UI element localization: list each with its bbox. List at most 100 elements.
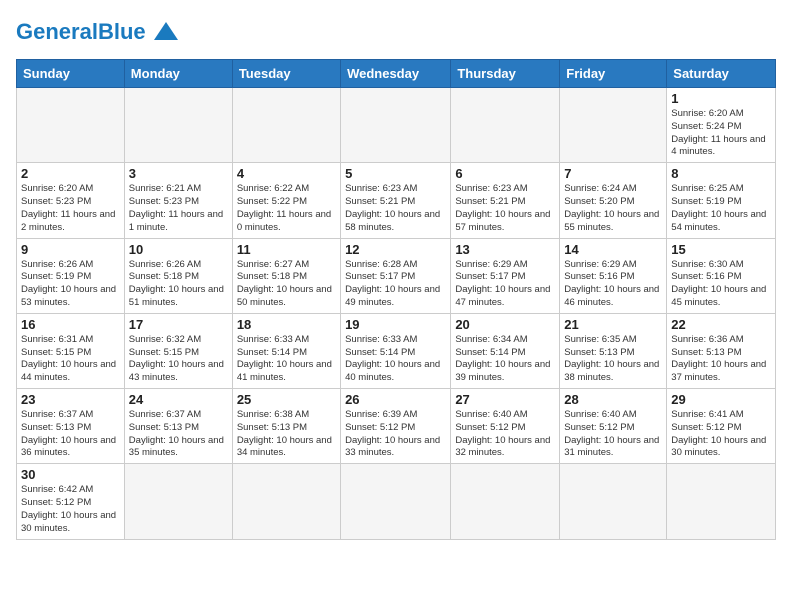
day-info: Sunrise: 6:20 AM Sunset: 5:24 PM Dayligh… (671, 108, 771, 159)
day-info: Sunrise: 6:23 AM Sunset: 5:21 PM Dayligh… (455, 183, 555, 234)
calendar-cell (667, 464, 776, 539)
calendar-week-row: 23Sunrise: 6:37 AM Sunset: 5:13 PM Dayli… (17, 389, 776, 464)
day-number: 11 (237, 242, 336, 257)
day-info: Sunrise: 6:37 AM Sunset: 5:13 PM Dayligh… (129, 409, 228, 460)
day-number: 5 (345, 166, 446, 181)
calendar-cell (124, 464, 232, 539)
calendar-table: SundayMondayTuesdayWednesdayThursdayFrid… (16, 59, 776, 540)
calendar-cell: 26 Sunrise: 6:39 AM Sunset: 5:12 PM Dayli… (341, 389, 451, 464)
calendar-cell: 12 Sunrise: 6:28 AM Sunset: 5:17 PM Dayli… (341, 238, 451, 313)
day-header-thursday: Thursday (451, 60, 560, 88)
calendar-cell: 22 Sunrise: 6:36 AM Sunset: 5:13 PM Dayli… (667, 313, 776, 388)
day-number: 6 (455, 166, 555, 181)
day-info: Sunrise: 6:34 AM Sunset: 5:14 PM Dayligh… (455, 334, 555, 385)
day-header-friday: Friday (560, 60, 667, 88)
day-header-wednesday: Wednesday (341, 60, 451, 88)
day-info: Sunrise: 6:31 AM Sunset: 5:15 PM Dayligh… (21, 334, 120, 385)
calendar-cell (341, 464, 451, 539)
day-info: Sunrise: 6:27 AM Sunset: 5:18 PM Dayligh… (237, 259, 336, 310)
page-header: GeneralBlue (16, 16, 776, 47)
calendar-cell: 15Sunrise: 6:30 AM Sunset: 5:16 PM Dayli… (667, 238, 776, 313)
calendar-cell (232, 464, 340, 539)
day-number: 9 (21, 242, 120, 257)
day-header-monday: Monday (124, 60, 232, 88)
calendar-cell: 27 Sunrise: 6:40 AM Sunset: 5:12 PM Dayli… (451, 389, 560, 464)
day-info: Sunrise: 6:40 AM Sunset: 5:12 PM Dayligh… (455, 409, 555, 460)
calendar-cell: 23Sunrise: 6:37 AM Sunset: 5:13 PM Dayli… (17, 389, 125, 464)
calendar-cell: 10Sunrise: 6:26 AM Sunset: 5:18 PM Dayli… (124, 238, 232, 313)
calendar-cell (17, 88, 125, 163)
day-header-saturday: Saturday (667, 60, 776, 88)
calendar-cell: 4 Sunrise: 6:22 AM Sunset: 5:22 PM Daylig… (232, 163, 340, 238)
day-number: 19 (345, 317, 446, 332)
calendar-cell: 20 Sunrise: 6:34 AM Sunset: 5:14 PM Dayli… (451, 313, 560, 388)
day-info: Sunrise: 6:23 AM Sunset: 5:21 PM Dayligh… (345, 183, 446, 234)
day-number: 25 (237, 392, 336, 407)
day-info: Sunrise: 6:29 AM Sunset: 5:17 PM Dayligh… (455, 259, 555, 310)
calendar-cell (451, 88, 560, 163)
day-info: Sunrise: 6:36 AM Sunset: 5:13 PM Dayligh… (671, 334, 771, 385)
day-info: Sunrise: 6:22 AM Sunset: 5:22 PM Dayligh… (237, 183, 336, 234)
calendar-cell (232, 88, 340, 163)
calendar-week-row: 16 Sunrise: 6:31 AM Sunset: 5:15 PM Dayli… (17, 313, 776, 388)
calendar-cell: 30Sunrise: 6:42 AM Sunset: 5:12 PM Dayli… (17, 464, 125, 539)
day-info: Sunrise: 6:26 AM Sunset: 5:18 PM Dayligh… (129, 259, 228, 310)
day-number: 1 (671, 91, 771, 106)
calendar-cell: 16 Sunrise: 6:31 AM Sunset: 5:15 PM Dayli… (17, 313, 125, 388)
calendar-cell: 24 Sunrise: 6:37 AM Sunset: 5:13 PM Dayli… (124, 389, 232, 464)
day-info: Sunrise: 6:33 AM Sunset: 5:14 PM Dayligh… (237, 334, 336, 385)
calendar-cell: 1 Sunrise: 6:20 AM Sunset: 5:24 PM Daylig… (667, 88, 776, 163)
day-info: Sunrise: 6:41 AM Sunset: 5:12 PM Dayligh… (671, 409, 771, 460)
day-number: 17 (129, 317, 228, 332)
calendar-cell: 6 Sunrise: 6:23 AM Sunset: 5:21 PM Daylig… (451, 163, 560, 238)
day-info: Sunrise: 6:42 AM Sunset: 5:12 PM Dayligh… (21, 484, 120, 535)
day-number: 2 (21, 166, 120, 181)
day-info: Sunrise: 6:32 AM Sunset: 5:15 PM Dayligh… (129, 334, 228, 385)
calendar-cell (560, 464, 667, 539)
calendar-cell (451, 464, 560, 539)
day-number: 26 (345, 392, 446, 407)
day-number: 27 (455, 392, 555, 407)
day-info: Sunrise: 6:29 AM Sunset: 5:16 PM Dayligh… (564, 259, 662, 310)
calendar-cell: 29Sunrise: 6:41 AM Sunset: 5:12 PM Dayli… (667, 389, 776, 464)
calendar-week-row: 9 Sunrise: 6:26 AM Sunset: 5:19 PM Daylig… (17, 238, 776, 313)
day-number: 3 (129, 166, 228, 181)
day-info: Sunrise: 6:21 AM Sunset: 5:23 PM Dayligh… (129, 183, 228, 234)
calendar-cell: 7Sunrise: 6:24 AM Sunset: 5:20 PM Daylig… (560, 163, 667, 238)
day-number: 15 (671, 242, 771, 257)
calendar-cell: 2 Sunrise: 6:20 AM Sunset: 5:23 PM Daylig… (17, 163, 125, 238)
day-number: 8 (671, 166, 771, 181)
day-number: 24 (129, 392, 228, 407)
calendar-week-row: 30Sunrise: 6:42 AM Sunset: 5:12 PM Dayli… (17, 464, 776, 539)
calendar-cell: 5 Sunrise: 6:23 AM Sunset: 5:21 PM Daylig… (341, 163, 451, 238)
day-number: 20 (455, 317, 555, 332)
day-info: Sunrise: 6:28 AM Sunset: 5:17 PM Dayligh… (345, 259, 446, 310)
day-info: Sunrise: 6:39 AM Sunset: 5:12 PM Dayligh… (345, 409, 446, 460)
day-number: 16 (21, 317, 120, 332)
day-number: 12 (345, 242, 446, 257)
calendar-cell: 18 Sunrise: 6:33 AM Sunset: 5:14 PM Dayli… (232, 313, 340, 388)
day-info: Sunrise: 6:33 AM Sunset: 5:14 PM Dayligh… (345, 334, 446, 385)
day-info: Sunrise: 6:38 AM Sunset: 5:13 PM Dayligh… (237, 409, 336, 460)
logo: GeneralBlue (16, 16, 180, 47)
day-number: 21 (564, 317, 662, 332)
day-header-sunday: Sunday (17, 60, 125, 88)
calendar-cell: 25 Sunrise: 6:38 AM Sunset: 5:13 PM Dayli… (232, 389, 340, 464)
calendar-cell: 28 Sunrise: 6:40 AM Sunset: 5:12 PM Dayli… (560, 389, 667, 464)
day-info: Sunrise: 6:40 AM Sunset: 5:12 PM Dayligh… (564, 409, 662, 460)
logo-triangle-icon (152, 20, 180, 42)
day-number: 22 (671, 317, 771, 332)
day-number: 28 (564, 392, 662, 407)
day-number: 4 (237, 166, 336, 181)
day-info: Sunrise: 6:25 AM Sunset: 5:19 PM Dayligh… (671, 183, 771, 234)
day-info: Sunrise: 6:26 AM Sunset: 5:19 PM Dayligh… (21, 259, 120, 310)
day-header-tuesday: Tuesday (232, 60, 340, 88)
day-info: Sunrise: 6:37 AM Sunset: 5:13 PM Dayligh… (21, 409, 120, 460)
calendar-cell: 9 Sunrise: 6:26 AM Sunset: 5:19 PM Daylig… (17, 238, 125, 313)
calendar-cell: 21Sunrise: 6:35 AM Sunset: 5:13 PM Dayli… (560, 313, 667, 388)
calendar-cell: 14 Sunrise: 6:29 AM Sunset: 5:16 PM Dayli… (560, 238, 667, 313)
day-number: 18 (237, 317, 336, 332)
calendar-cell: 3 Sunrise: 6:21 AM Sunset: 5:23 PM Daylig… (124, 163, 232, 238)
day-number: 14 (564, 242, 662, 257)
day-info: Sunrise: 6:20 AM Sunset: 5:23 PM Dayligh… (21, 183, 120, 234)
